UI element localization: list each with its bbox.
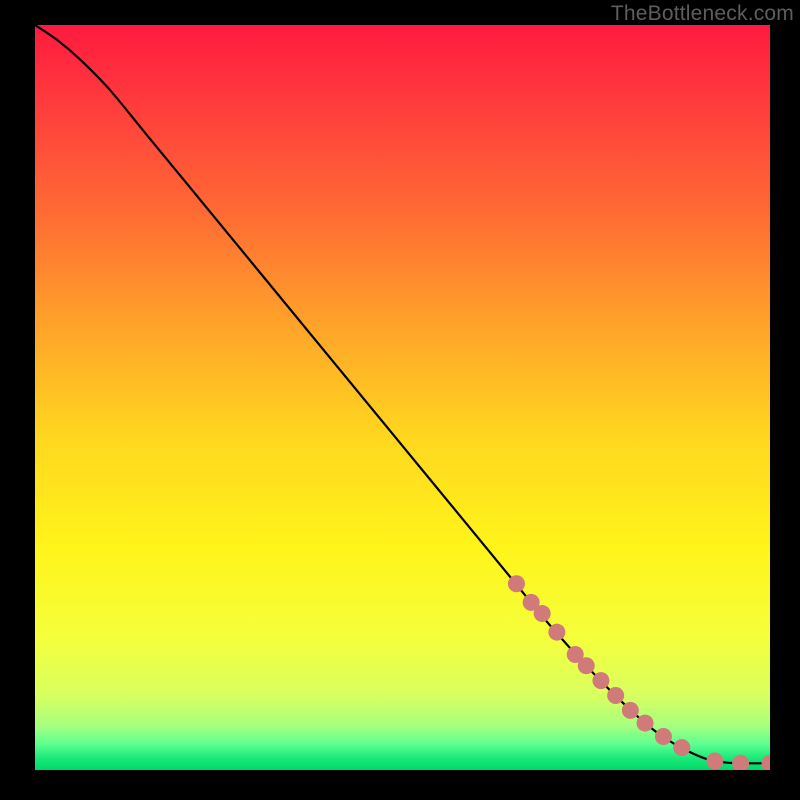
marker-point [592, 672, 609, 689]
marker-point [673, 739, 690, 756]
marker-point [534, 605, 551, 622]
marker-point [655, 728, 672, 745]
marker-point [706, 753, 723, 770]
marker-point [607, 687, 624, 704]
marker-point [622, 702, 639, 719]
gradient-background [35, 25, 770, 770]
marker-point [578, 657, 595, 674]
marker-point [548, 624, 565, 641]
marker-point [508, 575, 525, 592]
plot-svg [35, 25, 770, 770]
chart-frame: TheBottleneck.com [0, 0, 800, 800]
marker-point [637, 715, 654, 732]
plot-area [35, 25, 770, 770]
watermark-text: TheBottleneck.com [611, 2, 794, 26]
